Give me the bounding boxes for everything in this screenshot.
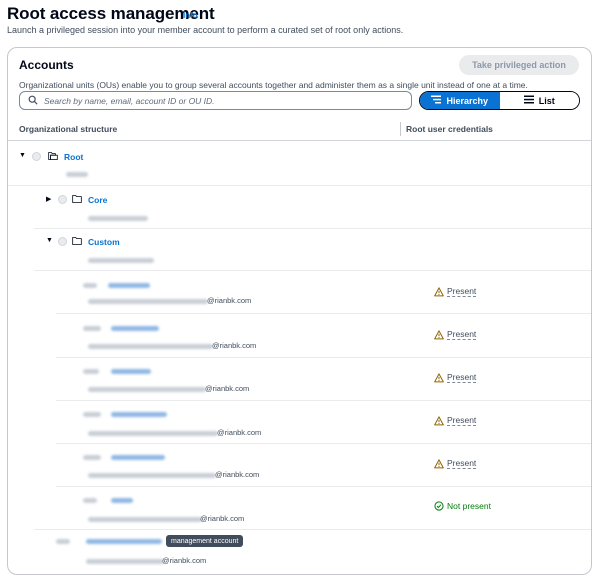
root-credentials-status[interactable]: Present: [434, 329, 477, 340]
list-icon: [523, 95, 534, 106]
status-text: Not present: [447, 501, 491, 511]
management-account-badge: management account: [166, 535, 244, 547]
redacted-account-name[interactable]: [111, 498, 133, 503]
search-icon: [28, 92, 38, 110]
root-credentials-status[interactable]: Not present: [434, 501, 491, 511]
root-credentials-status[interactable]: Present: [434, 458, 477, 469]
status-text: Present: [447, 372, 477, 383]
redacted-account-email: [88, 517, 202, 522]
redacted-ou-id: [88, 216, 148, 221]
column-divider: [400, 122, 401, 136]
account-email-suffix: @rianbk.com: [205, 384, 250, 393]
account-email-suffix: @rianbk.com: [200, 514, 245, 523]
status-text: Present: [447, 329, 477, 340]
redacted-radio: [83, 369, 99, 374]
redacted-account-name[interactable]: [111, 326, 159, 331]
redacted-radio: [56, 539, 70, 544]
take-privileged-action-button[interactable]: Take privileged action: [459, 55, 579, 75]
ou-name-custom[interactable]: Custom: [88, 237, 120, 247]
radio-custom[interactable]: [58, 237, 67, 246]
row-divider: [56, 313, 591, 314]
list-label: List: [538, 95, 555, 106]
redacted-root-id: [66, 172, 88, 177]
hierarchy-toggle-button[interactable]: Hierarchy: [420, 92, 500, 109]
folder-icon: [72, 195, 82, 203]
row-divider: [34, 228, 591, 229]
redacted-account-email: [86, 559, 164, 564]
account-email-suffix: @rianbk.com: [212, 341, 257, 350]
column-header-structure: Organizational structure: [19, 124, 118, 134]
ou-name-core[interactable]: Core: [88, 195, 107, 205]
row-divider: [34, 270, 591, 271]
redacted-radio: [83, 412, 101, 417]
accounts-panel: Accounts Take privileged action Organiza…: [7, 47, 592, 575]
caret-down-icon[interactable]: ▼: [46, 237, 53, 244]
redacted-account-name[interactable]: [111, 369, 151, 374]
caret-right-icon[interactable]: ▶: [46, 195, 51, 203]
redacted-account-email: [88, 431, 218, 436]
row-divider: [8, 185, 591, 186]
radio-root[interactable]: [32, 152, 41, 161]
account-email-suffix: @rianbk.com: [162, 556, 207, 565]
warning-icon: [434, 329, 444, 339]
hierarchy-icon: [431, 95, 442, 106]
row-divider: [34, 529, 591, 530]
account-email-suffix: @rianbk.com: [215, 470, 260, 479]
redacted-account-email: [88, 473, 216, 478]
redacted-account-email: [88, 387, 206, 392]
redacted-ou-id: [88, 258, 154, 263]
folder-icon: [48, 152, 58, 160]
redacted-radio: [83, 498, 97, 503]
root-credentials-status[interactable]: Present: [434, 286, 477, 297]
accounts-title: Accounts: [19, 58, 74, 72]
row-divider: [56, 443, 591, 444]
redacted-radio: [83, 326, 101, 331]
row-divider: [56, 400, 591, 401]
header-divider: [8, 140, 591, 141]
ou-name-root[interactable]: Root: [64, 152, 83, 162]
redacted-account-email: [88, 344, 213, 349]
redacted-account-name[interactable]: [108, 283, 150, 288]
redacted-account-name[interactable]: [86, 539, 162, 544]
column-header-root-credentials: Root user credentials: [406, 124, 493, 134]
search-input[interactable]: [44, 95, 404, 106]
check-circle-icon: [434, 501, 444, 511]
list-toggle-button[interactable]: List: [499, 92, 579, 109]
row-divider: [56, 486, 591, 487]
account-email-suffix: @rianbk.com: [217, 428, 262, 437]
row-divider: [56, 357, 591, 358]
redacted-account-email: [88, 299, 208, 304]
caret-down-icon[interactable]: ▼: [19, 152, 26, 159]
redacted-account-name[interactable]: [111, 412, 167, 417]
status-text: Present: [447, 286, 477, 297]
view-toggle: Hierarchy List: [419, 91, 580, 110]
redacted-account-name[interactable]: [111, 455, 165, 460]
folder-icon: [72, 237, 82, 245]
redacted-radio: [83, 283, 97, 288]
status-text: Present: [447, 458, 477, 469]
root-credentials-status[interactable]: Present: [434, 372, 477, 383]
warning-icon: [434, 458, 444, 468]
hierarchy-label: Hierarchy: [446, 95, 489, 106]
status-text: Present: [447, 415, 477, 426]
redacted-radio: [83, 455, 101, 460]
warning-icon: [434, 372, 444, 382]
page-description: Launch a privileged session into your me…: [7, 25, 404, 35]
warning-icon: [434, 415, 444, 425]
radio-core[interactable]: [58, 195, 67, 204]
warning-icon: [434, 286, 444, 296]
account-email-suffix: @rianbk.com: [207, 296, 252, 305]
root-credentials-status[interactable]: Present: [434, 415, 477, 426]
accounts-description: Organizational units (OUs) enable you to…: [19, 80, 528, 90]
search-field[interactable]: [19, 91, 412, 110]
info-link[interactable]: Info: [183, 11, 198, 20]
